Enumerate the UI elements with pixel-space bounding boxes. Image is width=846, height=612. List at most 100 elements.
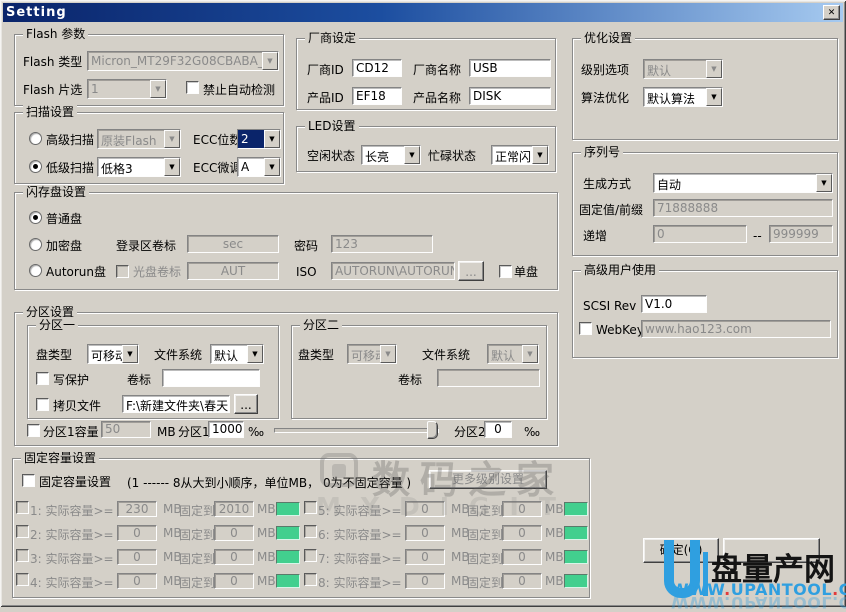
product-name-label: 产品名称 xyxy=(413,91,461,105)
color-swatch[interactable] xyxy=(564,502,588,516)
ecc-tune-select[interactable]: A ▼ xyxy=(237,157,281,177)
partition-ratio-slider[interactable] xyxy=(274,428,439,433)
product-name-input[interactable]: DISK xyxy=(469,87,551,105)
cancel-button[interactable] xyxy=(723,538,820,563)
vendor-id-input[interactable]: CD12 xyxy=(352,59,402,77)
advanced-scan-value: 原装Flash xyxy=(98,130,164,148)
lowlevel-scan-radio[interactable] xyxy=(29,160,42,173)
fixed-row-label: 6: 实际容量>= xyxy=(318,526,402,543)
vendor-title: 厂商设定 xyxy=(305,31,359,45)
led-idle-select[interactable]: 长亮 ▼ xyxy=(361,145,421,165)
disable-autodetect-label: 禁止自动检测 xyxy=(203,83,275,97)
color-swatch[interactable] xyxy=(564,550,588,564)
color-swatch[interactable] xyxy=(276,574,300,588)
autorun-disk-radio[interactable] xyxy=(29,264,42,277)
p1-capacity-label: 分区1容量 xyxy=(43,425,99,439)
iso-label: ISO xyxy=(296,265,317,279)
mb-label: MB xyxy=(545,550,564,564)
vendor-id-label: 厂商ID xyxy=(307,63,344,77)
fixed-row-1: 1: 实际容量>= 230 MB 固定到 2010 MB xyxy=(16,501,304,518)
fixed-row-2: 2: 实际容量>= 0 MB 固定到 0 MB xyxy=(16,525,304,542)
p1-volume-input[interactable] xyxy=(162,369,260,387)
fix-to-label: 固定到 xyxy=(467,526,503,543)
p1-copy-path-input[interactable]: F:\新建文件夹\春天 xyxy=(122,395,230,413)
flash-cs-value: 1 xyxy=(88,80,150,98)
lowlevel-scan-label: 低级扫描 xyxy=(46,161,94,175)
p2-ratio-label: 分区2 xyxy=(454,425,486,439)
window-title: Setting xyxy=(6,5,67,20)
fixed-capacity-input: 2010 xyxy=(214,501,254,517)
optimize-algo-label: 算法优化 xyxy=(581,91,629,105)
slider-thumb[interactable] xyxy=(427,421,438,439)
color-swatch[interactable] xyxy=(564,574,588,588)
optimize-level-select: 默认 ▼ xyxy=(643,59,723,79)
optimize-group: 优化设置 级别选项 默认 ▼ 算法优化 默认算法 ▼ xyxy=(572,38,838,140)
mb-label: MB xyxy=(545,574,564,588)
color-swatch[interactable] xyxy=(276,526,300,540)
mb-label: MB xyxy=(257,526,276,540)
p1-write-protect-checkbox[interactable] xyxy=(36,372,49,385)
optimize-algo-value: 默认算法 xyxy=(644,88,706,106)
flash-select-label: Flash 片选 xyxy=(23,83,82,97)
p1-disk-type-select[interactable]: 可移动 ▼ xyxy=(87,344,139,364)
p2-fs-select: 默认 ▼ xyxy=(487,344,539,364)
iso-path-input: AUTORUN\AUTORUN xyxy=(331,262,455,280)
serial-group: 序列号 生成方式 自动 ▼ 固定值/前缀 71888888 递增 0 -- 99… xyxy=(572,152,838,256)
secure-disk-radio[interactable] xyxy=(29,238,42,251)
vendor-name-label: 厂商名称 xyxy=(413,63,461,77)
color-swatch[interactable] xyxy=(276,550,300,564)
fixed-capacity-checkbox[interactable] xyxy=(22,474,35,487)
led-busy-select[interactable]: 正常闪 ▼ xyxy=(491,145,549,165)
scsi-rev-input[interactable]: V1.0 xyxy=(641,295,707,313)
fixed-row-4: 4: 实际容量>= 0 MB 固定到 0 MB xyxy=(16,573,304,590)
flash-cs-select: 1 ▼ xyxy=(87,79,167,99)
mb-label: MB xyxy=(545,526,564,540)
webkey-checkbox[interactable] xyxy=(579,322,592,335)
fixed-row-7: 7: 实际容量>= 0 MB 固定到 0 MB xyxy=(304,549,592,566)
serial-mode-select[interactable]: 自动 ▼ xyxy=(653,173,833,193)
p2-ratio-input[interactable]: 0 xyxy=(484,421,512,438)
fix-to-label: 固定到 xyxy=(179,502,215,519)
mb-label: MB xyxy=(545,502,564,516)
lowlevel-scan-select[interactable]: 低格3 ▼ xyxy=(97,157,181,177)
single-disk-checkbox[interactable] xyxy=(499,265,512,278)
fixed-capacity-input: 0 xyxy=(214,573,254,589)
fix-to-label: 固定到 xyxy=(179,550,215,567)
p2-disk-type-select: 可移动 ▼ xyxy=(347,344,397,364)
disable-autodetect-checkbox[interactable] xyxy=(186,81,199,94)
fixed-row-label: 5: 实际容量>= xyxy=(318,502,402,519)
p2-fs-label: 文件系统 xyxy=(422,348,470,362)
p1-capacity-checkbox[interactable] xyxy=(27,424,40,437)
more-levels-button: 更多级别设置 xyxy=(429,470,547,489)
color-swatch[interactable] xyxy=(564,526,588,540)
fixed-row-label: 2: 实际容量>= xyxy=(30,526,114,543)
product-id-label: 产品ID xyxy=(307,91,344,105)
settings-dialog: Setting ✕ Flash 参数 Flash 类型 Micron_MT29F… xyxy=(0,0,846,607)
p1-copy-files-checkbox[interactable] xyxy=(36,398,49,411)
fixed-capacity-input: 0 xyxy=(214,525,254,541)
serial-inc-to-input: 999999 xyxy=(769,225,833,243)
fixed-row-6: 6: 实际容量>= 0 MB 固定到 0 MB xyxy=(304,525,592,542)
p1-capacity-mb-label: MB xyxy=(157,425,176,439)
ecc-bits-select[interactable]: 2 ▼ xyxy=(237,129,281,149)
product-id-input[interactable]: EF18 xyxy=(352,87,402,105)
ecc-tune-value: A xyxy=(238,158,264,176)
flash-type-label: Flash 类型 xyxy=(23,55,82,69)
normal-disk-radio[interactable] xyxy=(29,211,42,224)
p1-fs-select[interactable]: 默认 ▼ xyxy=(210,344,264,364)
ok-button[interactable]: 确定(O) xyxy=(643,538,719,563)
p1-browse-button[interactable]: ... xyxy=(234,394,258,414)
serial-prefix-label: 固定值/前缀 xyxy=(579,203,643,217)
p1-ratio-input[interactable]: 1000 xyxy=(208,421,244,438)
color-swatch[interactable] xyxy=(276,502,300,516)
vendor-name-input[interactable]: USB xyxy=(469,59,551,77)
p1-capacity-input: 50 xyxy=(101,421,151,438)
p2-disk-type-label: 盘类型 xyxy=(298,348,334,362)
fix-to-label: 固定到 xyxy=(467,550,503,567)
advanced-scan-radio[interactable] xyxy=(29,132,42,145)
optimize-algo-select[interactable]: 默认算法 ▼ xyxy=(643,87,723,107)
close-button[interactable]: ✕ xyxy=(823,5,840,20)
password-input: 123 xyxy=(331,235,433,253)
chevron-down-icon: ▼ xyxy=(150,80,166,98)
fixed-row-label: 4: 实际容量>= xyxy=(30,574,114,591)
